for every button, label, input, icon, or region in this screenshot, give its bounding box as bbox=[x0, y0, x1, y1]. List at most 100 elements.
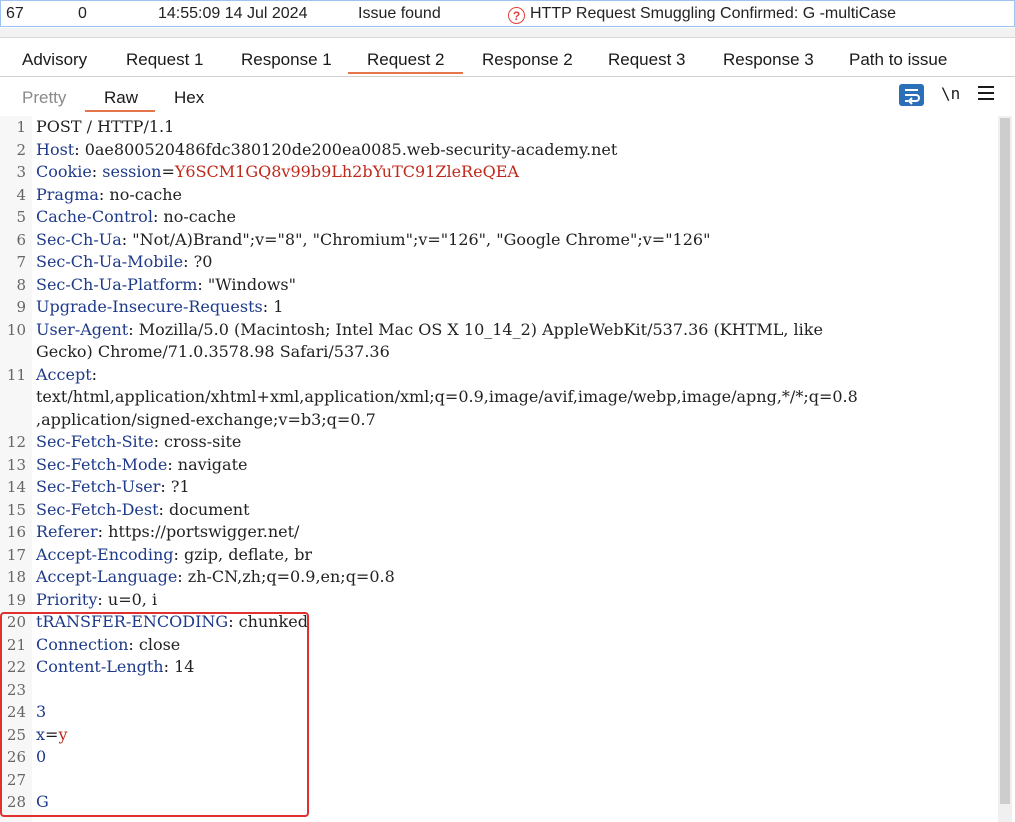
line-number: 10 bbox=[6, 320, 26, 339]
issue-title: HTTP Request Smuggling Confirmed: G -mul… bbox=[530, 5, 897, 22]
tab-raw[interactable]: Raw bbox=[104, 88, 138, 108]
header-value: 1 bbox=[268, 297, 284, 316]
vertical-scrollbar[interactable] bbox=[998, 116, 1012, 822]
editor-line: Gecko) Chrome/71.0.3578.98 Safari/537.36 bbox=[0, 341, 1000, 364]
header-value: document bbox=[163, 499, 250, 519]
line-content: Upgrade-Insecure-Requests: 1 bbox=[36, 297, 284, 316]
line-content: POST / HTTP/1.1 bbox=[36, 116, 174, 139]
line-number: 24 bbox=[6, 703, 26, 721]
line-number: 20 bbox=[6, 613, 26, 631]
editor-line: 11 Accept: bbox=[0, 364, 1000, 387]
tab-pretty[interactable]: Pretty bbox=[22, 88, 66, 108]
editor-line: 18 Accept-Language: zh-CN,zh;q=0.9,en;q=0… bbox=[0, 566, 1000, 589]
editor-line: 21 Connection: close bbox=[0, 634, 1000, 657]
line-number: 18 bbox=[6, 568, 26, 586]
line-number: 2 bbox=[16, 140, 26, 159]
line-content: Sec-Ch-Ua-Mobile: ?0 bbox=[36, 252, 213, 271]
header-value: u=0, i bbox=[102, 589, 158, 609]
header-value: no-cache bbox=[158, 207, 236, 226]
line-content: Host: 0ae800520486fdc380120de200ea0085.w… bbox=[36, 139, 618, 159]
header-value: "Not/A)Brand";v="8", "Chromium";v="126",… bbox=[127, 229, 711, 249]
line-number: 13 bbox=[6, 455, 26, 474]
issue-status: Issue found bbox=[358, 5, 441, 22]
tab-advisory[interactable]: Advisory bbox=[22, 50, 87, 70]
header-name: Host bbox=[36, 139, 75, 159]
hamburger-menu-icon[interactable] bbox=[978, 86, 994, 104]
line-content: Sec-Ch-Ua: "Not/A)Brand";v="8", "Chromiu… bbox=[36, 229, 711, 249]
line-number: 19 bbox=[6, 590, 26, 609]
editor-line: 19 Priority: u=0, i bbox=[0, 589, 1000, 612]
editor-line: 27 bbox=[0, 769, 1000, 792]
line-number: 14 bbox=[6, 478, 26, 496]
question-icon: ? bbox=[508, 7, 525, 24]
editor-line: 17 Accept-Encoding: gzip, deflate, br bbox=[0, 544, 1000, 567]
body-line: 0 bbox=[36, 747, 47, 766]
line-content: Connection: close bbox=[36, 634, 181, 654]
line-number: 26 bbox=[6, 748, 26, 766]
editor-line: 28 G bbox=[0, 791, 1000, 814]
header-name: Referer bbox=[36, 522, 98, 541]
line-number: 25 bbox=[6, 725, 26, 744]
line-content: Accept-Encoding: gzip, deflate, br bbox=[36, 544, 313, 564]
line-number: 21 bbox=[6, 635, 26, 654]
header-name: Priority bbox=[36, 589, 98, 609]
header-name: Cookie bbox=[36, 162, 92, 181]
line-number: 7 bbox=[16, 253, 26, 271]
tab-path-to-issue[interactable]: Path to issue bbox=[849, 50, 947, 70]
editor-line: 1 POST / HTTP/1.1 bbox=[0, 116, 1000, 139]
line-content: 3 bbox=[36, 701, 46, 724]
header-name: Sec-Fetch-Site bbox=[36, 432, 154, 451]
request-line: POST / HTTP/1.1 bbox=[36, 117, 175, 136]
line-number: 9 bbox=[16, 298, 26, 316]
editor-line: 3 Cookie: session=Y6SCM1GQ8v99b9Lh2bYuTC9… bbox=[0, 161, 1000, 184]
param-value: y bbox=[58, 724, 68, 744]
header-value: https://portswigger.net/ bbox=[103, 522, 300, 541]
editor-line: 22 Content-Length: 14 bbox=[0, 656, 1000, 679]
param-name: x bbox=[36, 724, 46, 744]
line-number: 16 bbox=[6, 523, 26, 541]
line-content: Sec-Fetch-Dest: document bbox=[36, 499, 250, 519]
message-tabs: Advisory Request 1 Response 1 Request 2 … bbox=[0, 38, 1015, 77]
line-content: User-Agent: Mozilla/5.0 (Macintosh; Inte… bbox=[36, 319, 823, 339]
editor-line: 5 Cache-Control: no-cache bbox=[0, 206, 1000, 229]
line-content: Sec-Fetch-Site: cross-site bbox=[36, 432, 242, 451]
line-number: 11 bbox=[6, 365, 26, 384]
tab-request-1[interactable]: Request 1 bbox=[126, 50, 204, 70]
editor-line: 14 Sec-Fetch-User: ?1 bbox=[0, 476, 1000, 499]
header-name: Sec-Fetch-Dest bbox=[36, 499, 159, 519]
editor-line: 9 Upgrade-Insecure-Requests: 1 bbox=[0, 296, 1000, 319]
word-wrap-icon[interactable] bbox=[899, 84, 924, 106]
line-number: 22 bbox=[6, 658, 26, 676]
header-name: Sec-Ch-Ua-Platform bbox=[36, 274, 198, 294]
raw-request-editor[interactable]: 1 POST / HTTP/1.1 2 Host: 0ae800520486fdc38… bbox=[0, 116, 1015, 822]
newline-toggle-icon[interactable]: \n bbox=[941, 84, 960, 103]
header-name: Accept-Encoding bbox=[36, 544, 174, 564]
editor-line: 23 bbox=[0, 679, 1000, 702]
editor-line: 25 x=y bbox=[0, 724, 1000, 747]
line-number: 27 bbox=[6, 770, 26, 789]
line-number: 8 bbox=[16, 275, 26, 294]
header-value: navigate bbox=[172, 454, 248, 474]
line-number: 12 bbox=[6, 433, 26, 451]
issue-row[interactable]: 67 0 14:55:09 14 Jul 2024 Issue found ? H… bbox=[0, 0, 1015, 28]
editor-line: 6 Sec-Ch-Ua: "Not/A)Brand";v="8", "Chromi… bbox=[0, 229, 1000, 252]
tab-request-2[interactable]: Request 2 bbox=[367, 50, 445, 70]
active-subtab-indicator bbox=[85, 110, 155, 112]
line-content: x=y bbox=[36, 724, 68, 744]
line-content: ,application/signed-exchange;v=b3;q=0.7 bbox=[36, 409, 376, 432]
header-value: close bbox=[133, 634, 181, 654]
tab-response-2[interactable]: Response 2 bbox=[482, 50, 573, 70]
tab-response-1[interactable]: Response 1 bbox=[241, 50, 332, 70]
line-content: 0 bbox=[36, 746, 46, 769]
line-content: Sec-Ch-Ua-Platform: "Windows" bbox=[36, 274, 296, 294]
tab-request-3[interactable]: Request 3 bbox=[608, 50, 686, 70]
line-number: 17 bbox=[6, 545, 26, 564]
line-number: 5 bbox=[16, 208, 26, 226]
tab-response-3[interactable]: Response 3 bbox=[723, 50, 814, 70]
tab-hex[interactable]: Hex bbox=[174, 88, 204, 108]
editor-line: 8 Sec-Ch-Ua-Platform: "Windows" bbox=[0, 274, 1000, 297]
cookie-name: session bbox=[102, 162, 162, 181]
scrollbar-thumb[interactable] bbox=[1000, 118, 1010, 804]
line-number: 1 bbox=[16, 118, 26, 136]
line-content: Gecko) Chrome/71.0.3578.98 Safari/537.36 bbox=[36, 341, 390, 364]
